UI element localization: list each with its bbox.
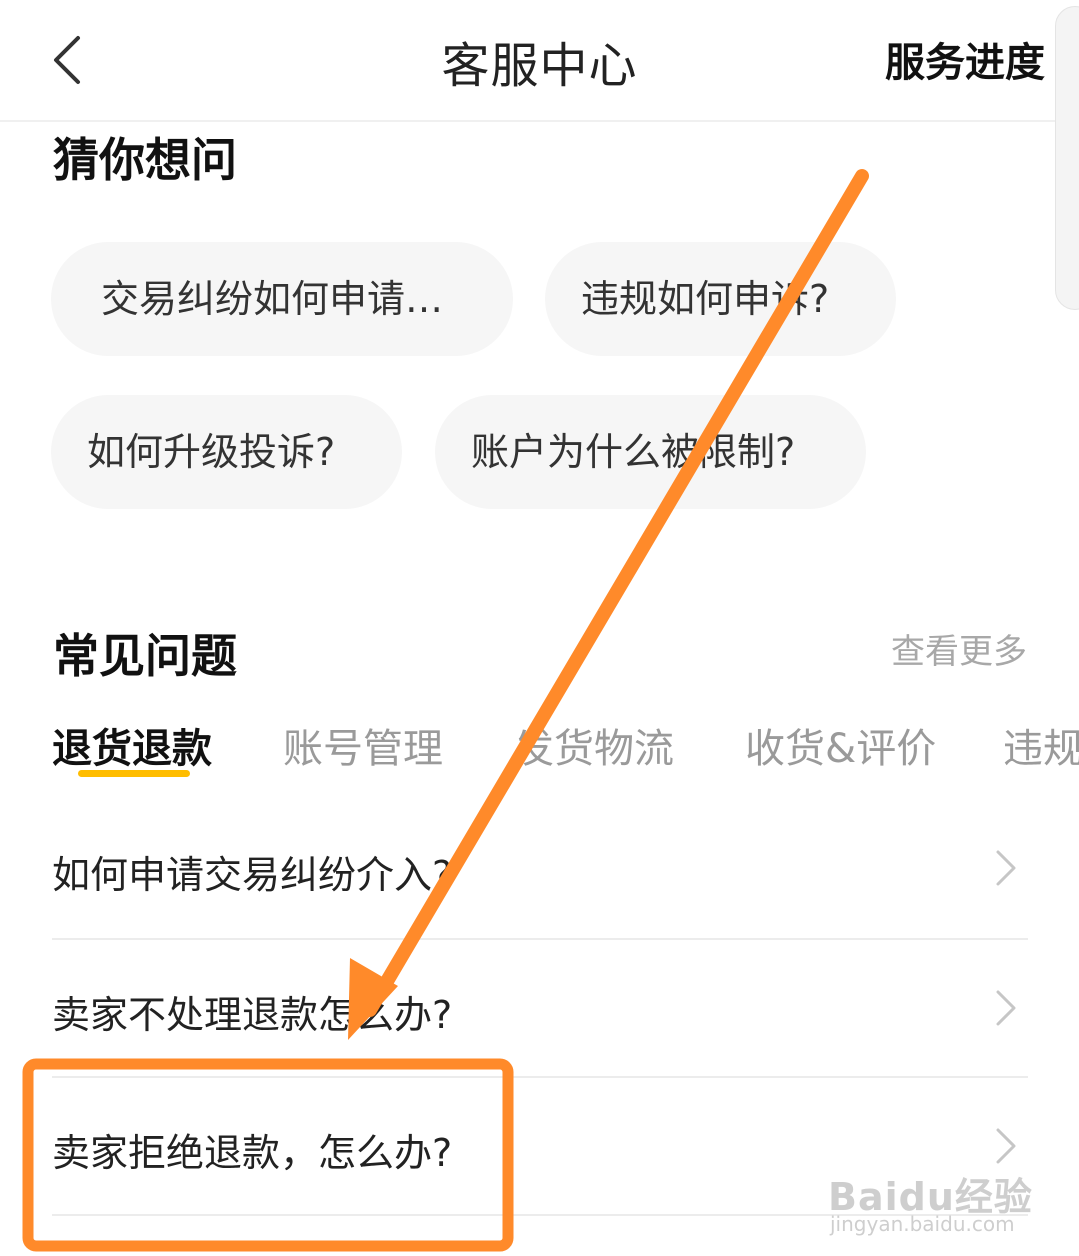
faq-section-title: 常见问题 [53,629,237,683]
top-nav-bar: 客服中心 服务进度 [0,0,1079,122]
chevron-right-icon [996,990,1016,1026]
suggest-chip-label: 违规如何申诉? [581,277,830,321]
suggest-chip-label: 交易纠纷如何申请… [101,277,444,321]
tab-account[interactable]: 账号管理 [283,716,443,774]
watermark-url: jingyan.baidu.com [830,1212,1015,1236]
tab-shipping[interactable]: 发货物流 [514,716,674,774]
tab-receive-review[interactable]: 收货&评价 [745,716,936,774]
floating-side-panel-edge[interactable] [1055,6,1079,310]
active-tab-indicator [78,770,190,777]
view-more-link[interactable]: 查看更多 [891,624,1027,673]
suggest-chip-label: 账户为什么被限制? [471,430,796,474]
suggest-chip-label: 如何升级投诉? [87,430,336,474]
faq-list-item[interactable]: 如何申请交易纠纷介入? [52,800,1028,938]
faq-item-label: 如何申请交易纠纷介入? [52,853,453,897]
chevron-right-icon [996,850,1016,886]
suggest-chip[interactable]: 交易纠纷如何申请… [51,242,513,356]
service-progress-link[interactable]: 服务进度 [885,30,1045,88]
suggest-chip[interactable]: 违规如何申诉? [545,242,896,356]
chevron-right-icon [996,1128,1016,1164]
tab-refund[interactable]: 退货退款 [52,716,212,774]
faq-item-label: 卖家不处理退款怎么办? [52,993,453,1037]
faq-list-item[interactable]: 卖家不处理退款怎么办? [52,940,1028,1078]
suggest-chip[interactable]: 如何升级投诉? [51,395,402,509]
tab-violation[interactable]: 违规 [1003,716,1079,774]
suggest-chip[interactable]: 账户为什么被限制? [435,395,866,509]
guess-section-title: 猜你想问 [53,133,237,187]
faq-item-label: 卖家拒绝退款，怎么办? [52,1131,453,1175]
